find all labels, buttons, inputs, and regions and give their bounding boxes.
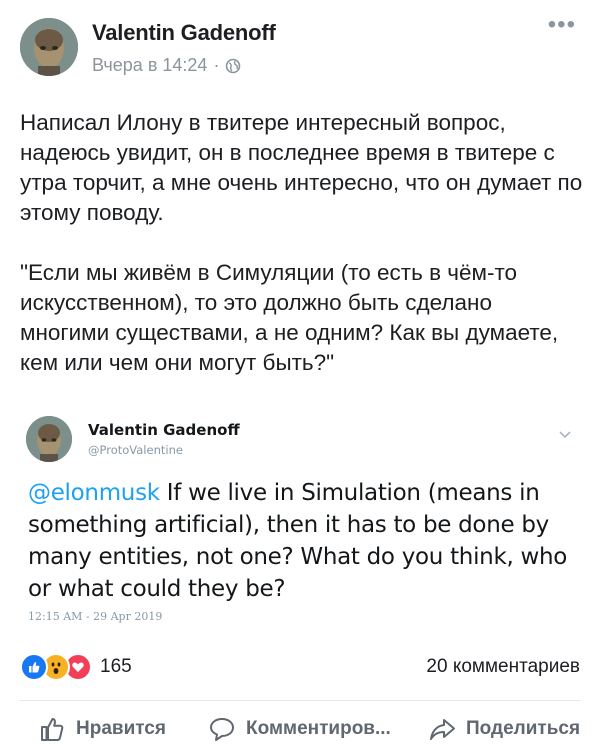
post-paragraph-quote: "Если мы живём в Симуляции (то есть в чё…	[20, 260, 559, 375]
globe-icon	[226, 58, 241, 73]
comments-count[interactable]: 20 комментариев	[426, 656, 580, 678]
author-avatar[interactable]	[20, 18, 78, 76]
author-name[interactable]: Valentin Gadenoff	[92, 20, 276, 46]
reactions-summary[interactable]: 165	[20, 652, 132, 682]
comment-button[interactable]: Комментиров...	[208, 715, 391, 743]
reaction-count: 165	[100, 656, 132, 677]
tweet-author-name: Valentin Gadenoff	[88, 421, 240, 439]
like-button[interactable]: Нравится	[38, 715, 166, 743]
tweet-mention: @elonmusk	[28, 480, 160, 506]
like-label: Нравится	[76, 718, 166, 739]
post-paragraph: Написал Илону в твитере интересный вопро…	[20, 110, 583, 225]
tweet-text: @elonmusk If we live in Simulation (mean…	[28, 477, 583, 605]
share-label: Поделиться	[466, 718, 581, 739]
post-actions: Нравится Комментиров... Поделиться	[0, 715, 600, 749]
like-icon	[20, 653, 48, 681]
comment-label: Комментиров...	[246, 718, 391, 739]
post-body: Написал Илону в твитере интересный вопро…	[20, 108, 585, 378]
tweet-avatar	[26, 416, 72, 462]
more-options-icon[interactable]: •••	[548, 13, 576, 37]
meta-separator: ·	[213, 55, 220, 75]
share-button[interactable]: Поделиться	[428, 715, 580, 743]
share-arrow-icon	[430, 719, 455, 740]
tweet-timestamp: 12:15 AM - 29 Apr 2019	[28, 610, 163, 623]
embedded-tweet-screenshot[interactable]: Valentin Gadenoff @ProtoValentine @elonm…	[0, 400, 600, 650]
divider	[20, 700, 580, 701]
post-meta: Вчера в 14:24 ·	[92, 55, 241, 76]
chevron-down-icon	[559, 431, 571, 439]
tweet-handle: @ProtoValentine	[88, 443, 183, 457]
comment-icon	[210, 718, 234, 741]
thumbs-up-icon	[41, 718, 64, 741]
post-header: Valentin Gadenoff Вчера в 14:24 · •••	[0, 0, 600, 92]
post-time[interactable]: Вчера в 14:24	[92, 55, 207, 76]
